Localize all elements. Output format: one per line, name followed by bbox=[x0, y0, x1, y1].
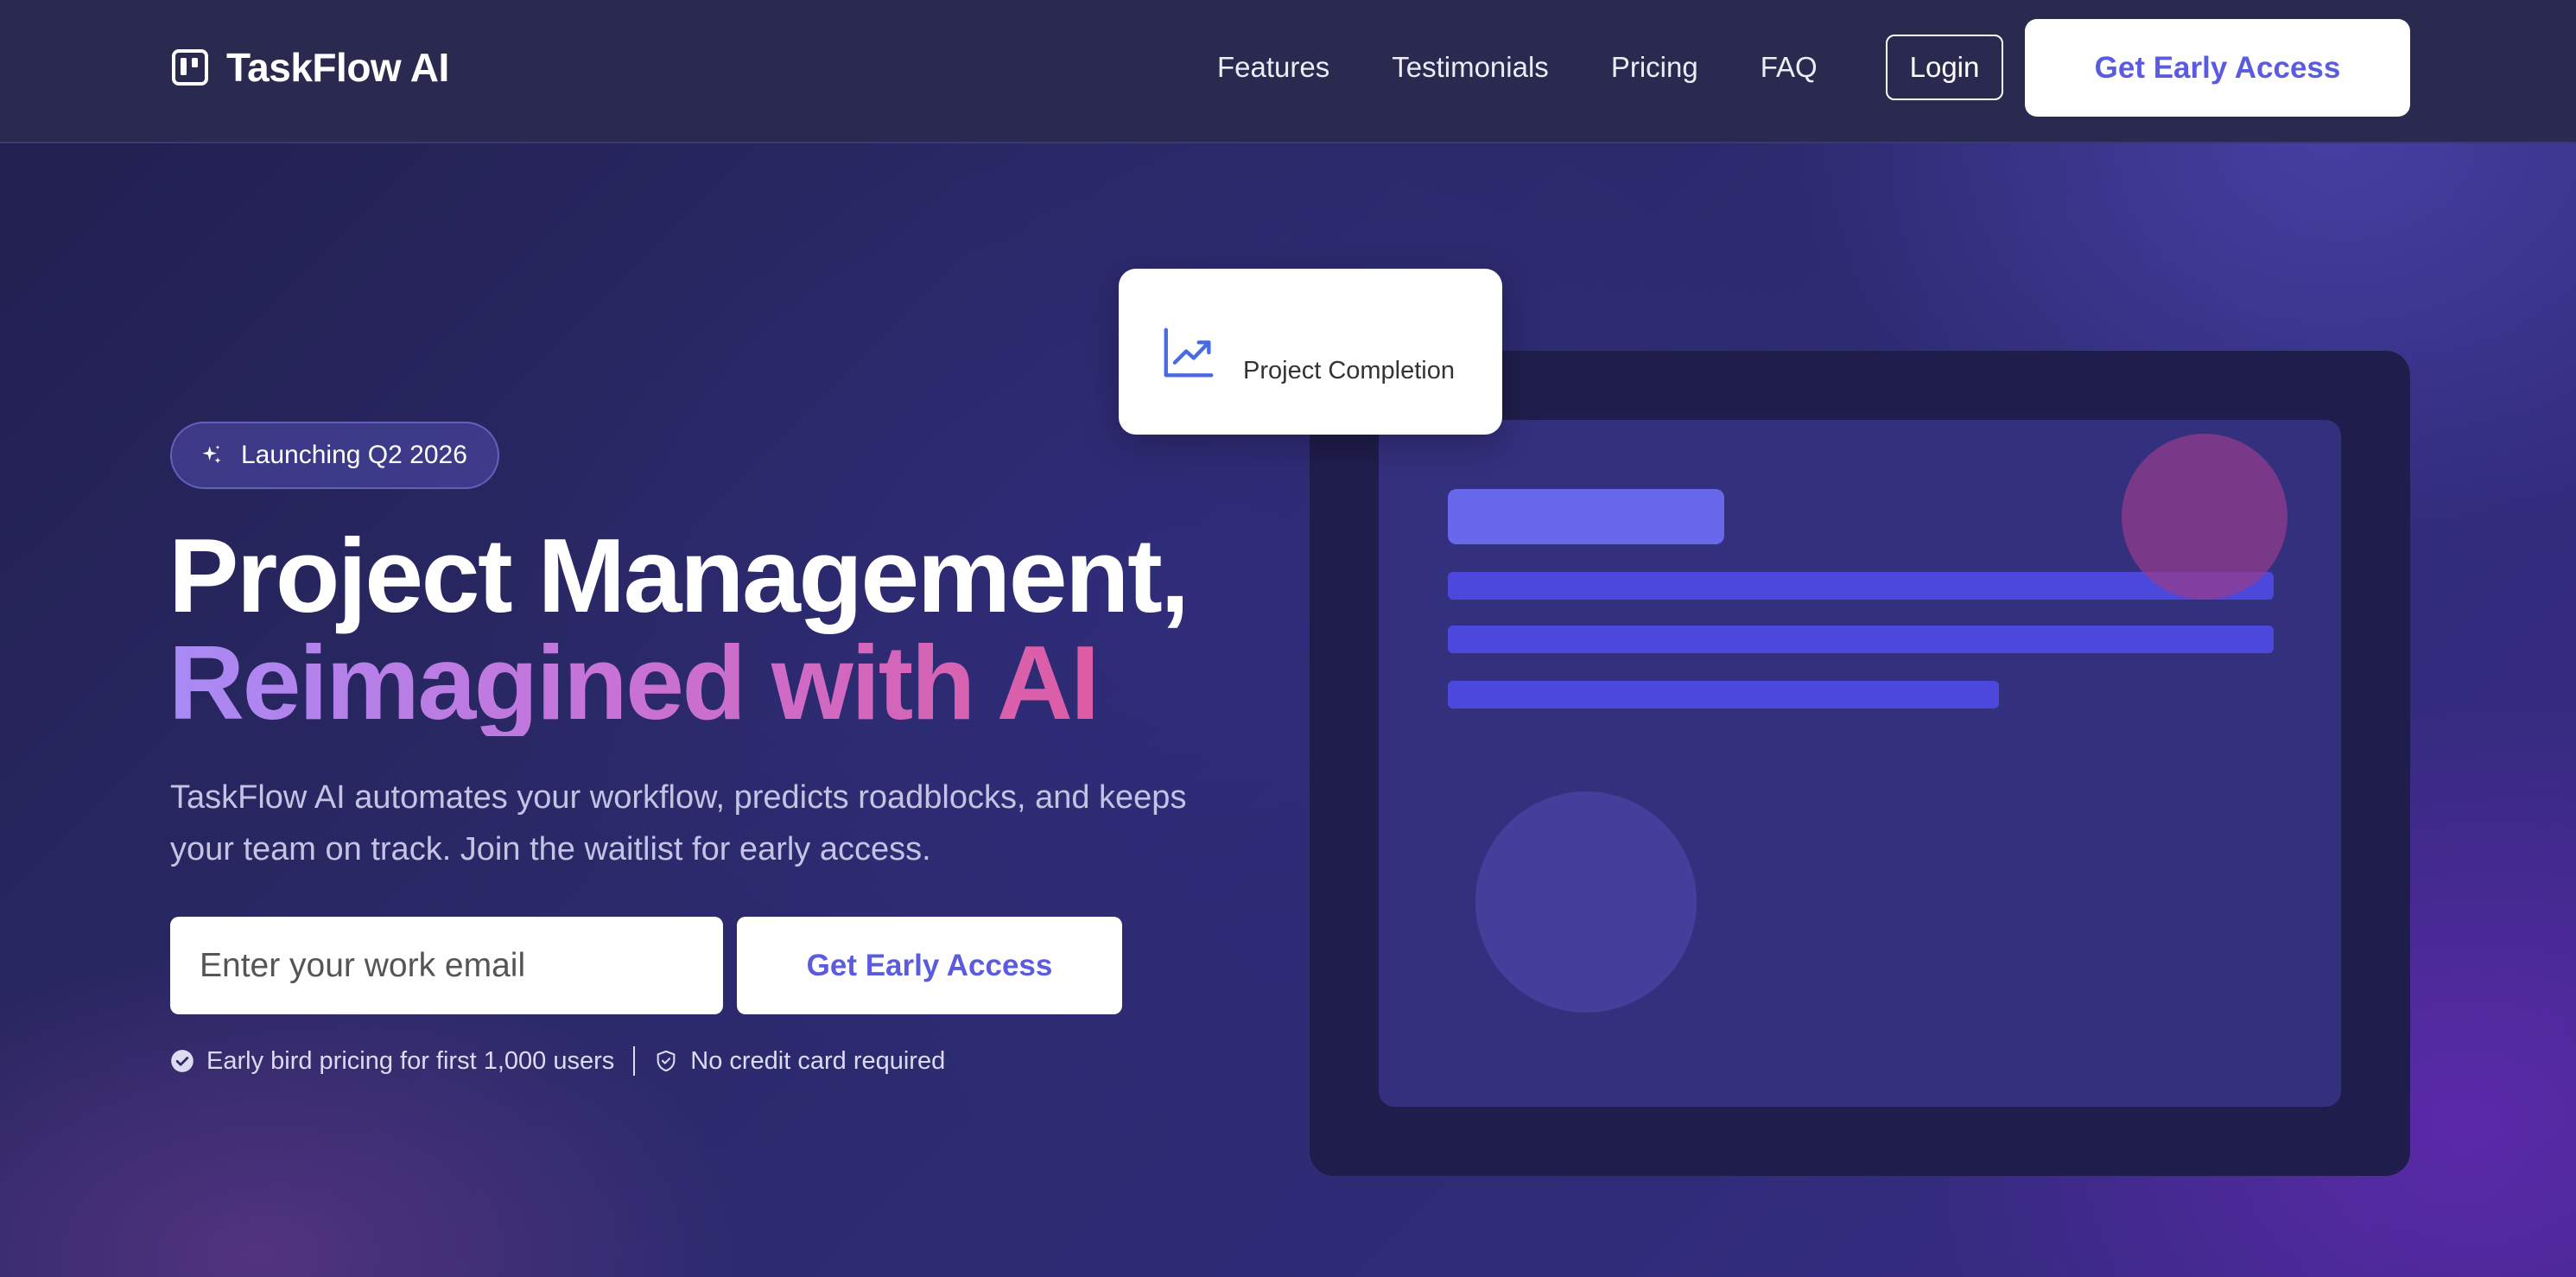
perk-no-credit-card: No credit card required bbox=[690, 1046, 946, 1075]
mockup-purple-circle bbox=[1475, 791, 1697, 1013]
kanban-board-icon bbox=[172, 49, 208, 86]
work-email-input[interactable] bbox=[170, 917, 723, 1014]
perk-early-bird: Early bird pricing for first 1,000 users bbox=[206, 1046, 615, 1075]
nav-link-features[interactable]: Features bbox=[1217, 51, 1329, 84]
project-completion-card: Project Completion bbox=[1119, 269, 1502, 435]
perk-divider bbox=[633, 1046, 636, 1076]
mockup-line-3 bbox=[1448, 681, 1999, 708]
login-button[interactable]: Login bbox=[1886, 35, 2003, 100]
mockup-pink-circle bbox=[2122, 434, 2287, 600]
shield-icon bbox=[657, 1050, 676, 1072]
nav-links: Features Testimonials Pricing FAQ bbox=[1217, 45, 1818, 90]
hero-headline: Project Management, Reimagined with AI bbox=[168, 517, 1190, 736]
project-completion-label: Project Completion bbox=[1243, 357, 1455, 384]
hero-get-early-access-button[interactable]: Get Early Access bbox=[737, 917, 1122, 1014]
nav-link-pricing[interactable]: Pricing bbox=[1611, 51, 1698, 84]
nav-link-testimonials[interactable]: Testimonials bbox=[1392, 51, 1549, 84]
check-circle-icon bbox=[171, 1050, 194, 1072]
brand-logo[interactable]: TaskFlow AI bbox=[169, 41, 449, 93]
nav-link-faq[interactable]: FAQ bbox=[1761, 51, 1818, 84]
dashboard-mockup-screen bbox=[1379, 420, 2341, 1107]
sparkle-icon bbox=[202, 445, 221, 464]
mockup-line-2 bbox=[1448, 626, 2274, 653]
trending-up-chart-icon bbox=[1164, 327, 1214, 378]
top-navbar: TaskFlow AI Features Testimonials Pricin… bbox=[0, 0, 2576, 143]
nav-get-early-access-button[interactable]: Get Early Access bbox=[2025, 19, 2410, 117]
mockup-header-bar bbox=[1448, 489, 1724, 544]
launch-badge: Launching Q2 2026 bbox=[170, 422, 499, 489]
hero-headline-line1: Project Management, bbox=[168, 517, 1190, 634]
launch-badge-text: Launching Q2 2026 bbox=[241, 441, 467, 469]
perks-row: Early bird pricing for first 1,000 users… bbox=[170, 1042, 945, 1080]
brand-name: TaskFlow AI bbox=[226, 45, 449, 90]
hero-subtitle: TaskFlow AI automates your workflow, pre… bbox=[170, 779, 1187, 867]
hero-headline-line2: Reimagined with AI bbox=[168, 629, 1188, 736]
